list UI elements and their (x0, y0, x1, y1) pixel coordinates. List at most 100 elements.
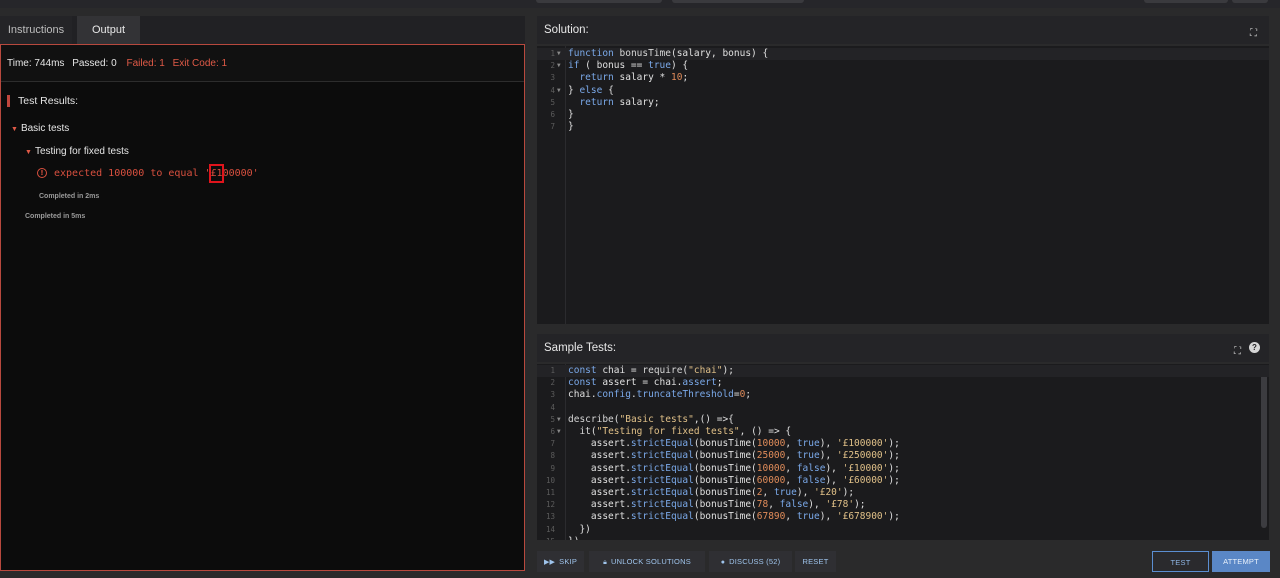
completed-outer: Completed in 5ms (25, 213, 86, 220)
exit-code: Exit Code: 1 (172, 58, 228, 69)
code-line[interactable]: 12 assert.strictEqual(bonusTime(78, fals… (537, 499, 1269, 511)
solution-header: Solution: ⛶ (537, 16, 1269, 44)
skip-button[interactable]: ▶▶ SKIP (537, 551, 584, 572)
code-line[interactable]: 3 return salary * 10; (537, 72, 1269, 84)
code-line[interactable]: 5 return salary; (537, 97, 1269, 109)
time-text: Time: 744ms (7, 58, 65, 69)
line-number: 2 (550, 61, 555, 71)
caret-down-icon: ▼ (11, 126, 18, 133)
code-line[interactable]: 10 assert.strictEqual(bonusTime(60000, f… (537, 475, 1269, 487)
line-number: 1 (550, 49, 555, 58)
code-line[interactable]: 6 ▼ it("Testing for fixed tests", () => { (537, 426, 1269, 438)
tab-output[interactable]: Output (77, 16, 140, 44)
code-text: assert.strictEqual(bonusTime(78, false),… (568, 499, 866, 511)
line-number: 3 (550, 73, 555, 83)
code-line[interactable]: 7} (537, 121, 1269, 133)
code-text: assert.strictEqual(bonusTime(2, true), '… (568, 487, 855, 498)
code-text: chai.config.truncateThreshold=0; (568, 389, 752, 401)
code-line[interactable]: 4 (537, 402, 1269, 414)
sample-tests-title: Sample Tests: (544, 342, 617, 354)
top-pill-button[interactable] (1232, 0, 1268, 3)
sample-tests-editor[interactable]: 1 const chai = require("chai"); 2 const ass… (537, 364, 1269, 540)
code-line[interactable]: 7 assert.strictEqual(bonusTime(10000, tr… (537, 438, 1269, 450)
code-text: }) (568, 536, 579, 540)
skip-label: SKIP (559, 557, 578, 566)
code-line[interactable]: 15}) (537, 536, 1269, 540)
line-number: 12 (545, 500, 555, 510)
code-line[interactable]: 11 assert.strictEqual(bonusTime(2, true)… (537, 487, 1269, 499)
line-number: 8 (550, 451, 555, 461)
tab-instructions[interactable]: Instructions (0, 16, 72, 44)
top-pill-button[interactable] (1144, 0, 1228, 3)
output-panel: Time: 744ms Passed: 0 Failed: 1 Exit Cod… (0, 44, 525, 571)
line-number: 13 (545, 512, 555, 522)
code-text: const chai = require("chai"); (568, 365, 734, 376)
code-text: assert.strictEqual(bonusTime(10000, fals… (568, 462, 900, 474)
code-line[interactable]: 9 assert.strictEqual(bonusTime(10000, fa… (537, 463, 1269, 475)
code-line[interactable]: 4 ▼} else { (537, 85, 1269, 97)
group-label: Basic tests (20, 123, 70, 134)
line-number: 9 (550, 463, 555, 473)
expand-icon[interactable]: ⛶ (1250, 20, 1257, 48)
top-pill-button[interactable] (672, 0, 804, 3)
code-text: assert.strictEqual(bonusTime(25000, true… (568, 450, 900, 462)
code-line[interactable]: 6} (537, 109, 1269, 121)
code-line[interactable]: 14 }) (537, 524, 1269, 536)
code-line[interactable]: 2 const assert = chai.assert; (537, 377, 1269, 389)
caret-down-icon: ▼ (25, 149, 32, 156)
code-text: return salary; (579, 96, 660, 108)
expand-icon[interactable]: ⛶ (1234, 338, 1241, 366)
code-line[interactable]: 2 ▼ if ( bonus == true) { (537, 60, 1269, 72)
group-basic-tests[interactable]: ▼ Basic tests (11, 123, 69, 134)
group-fixed-tests[interactable]: ▼ Testing for fixed tests (25, 146, 129, 157)
line-number: 2 (550, 378, 555, 388)
line-number: 1 (550, 366, 555, 375)
discuss-button[interactable]: ● DISCUSS (52) (709, 551, 792, 572)
code-text: assert.strictEqual(bonusTime(67890, true… (568, 511, 900, 523)
fold-arrow-icon[interactable]: ▼ (557, 414, 561, 426)
solution-editor[interactable]: 1 ▼ function bonusTime(salary, bonus) {2 ▼ i… (537, 46, 1269, 324)
code-line[interactable]: 3 chai.config.truncateThreshold=0; (537, 389, 1269, 401)
left-tab-bar: Instructions Output (0, 16, 525, 44)
skip-icon: ▶▶ (543, 559, 556, 566)
code-text: assert.strictEqual(bonusTime(60000, fals… (568, 474, 900, 486)
code-line[interactable]: 1 const chai = require("chai"); (537, 365, 1269, 377)
fold-arrow-icon[interactable]: ▼ (557, 60, 561, 72)
test-button[interactable]: TEST (1152, 551, 1209, 572)
top-pill-button[interactable] (536, 0, 662, 3)
failed-assertion: ! expected 100000 to equal '£100000' (37, 168, 259, 179)
code-text: } (568, 109, 574, 120)
fold-arrow-icon[interactable]: ▼ (557, 48, 561, 60)
code-text: return salary * 10; (579, 72, 689, 84)
line-number: 10 (545, 475, 555, 485)
code-line[interactable]: 1 ▼ function bonusTime(salary, bonus) { (537, 48, 1269, 60)
test-status-bar: Time: 744ms Passed: 0 Failed: 1 Exit Cod… (1, 45, 524, 82)
failed-count: Failed: 1 (126, 58, 165, 69)
line-number: 11 (545, 488, 555, 497)
discuss-label: DISCUSS (52) (729, 557, 781, 566)
code-text: if ( bonus == true) { (568, 60, 689, 72)
reset-button[interactable]: RESET (795, 551, 836, 572)
fold-arrow-icon[interactable]: ▼ (557, 426, 561, 438)
attempt-label: ATTEMPT (1223, 557, 1259, 566)
test-label: TEST (1170, 558, 1191, 567)
completed-inner: Completed in 2ms (39, 193, 100, 200)
code-line[interactable]: 8 assert.strictEqual(bonusTime(25000, tr… (537, 450, 1269, 462)
unlock-solutions-button[interactable]: 🔒︎ UNLOCK SOLUTIONS (589, 551, 705, 572)
highlight-annotation-box (209, 164, 224, 183)
top-stats-strip (0, 0, 1280, 8)
code-text: }) (568, 523, 591, 535)
fold-arrow-icon[interactable]: ▼ (557, 85, 561, 97)
test-results-heading: Test Results: (7, 95, 78, 107)
code-text: } (568, 121, 574, 133)
code-text: } else { (568, 84, 614, 96)
code-line[interactable]: 13 assert.strictEqual(bonusTime(67890, t… (537, 511, 1269, 523)
code-line[interactable]: 5 ▼ describe("Basic tests",() =>{ (537, 414, 1269, 426)
code-text: assert.strictEqual(bonusTime(10000, true… (568, 438, 900, 450)
code-text: const assert = chai.assert; (568, 377, 723, 389)
help-icon[interactable]: ? (1249, 342, 1260, 353)
lock-icon: 🔒︎ (603, 559, 608, 566)
line-number: 15 (537, 536, 555, 540)
attempt-button[interactable]: ATTEMPT (1212, 551, 1270, 572)
line-number: 7 (550, 122, 555, 132)
